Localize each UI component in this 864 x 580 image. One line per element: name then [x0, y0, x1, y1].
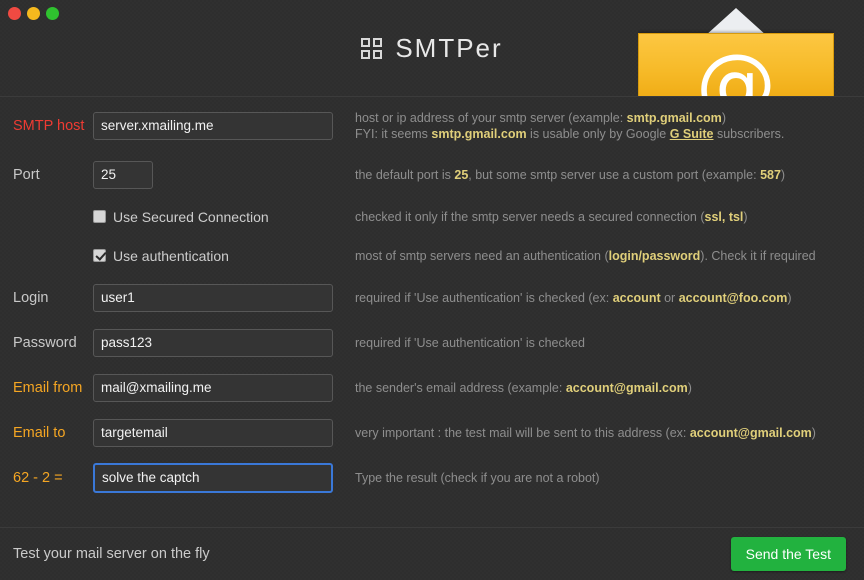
grid-cell [373, 38, 382, 47]
hint-text: host or ip address of your smtp server (… [355, 111, 627, 125]
smtp-host-hint: host or ip address of your smtp server (… [355, 110, 864, 142]
hint-text: ) [781, 168, 785, 182]
checkbox-unchecked-icon[interactable] [93, 210, 106, 223]
form-row-smtp-host: SMTP host host or ip address of your smt… [0, 99, 864, 152]
login-hint: required if 'Use authentication' is chec… [355, 290, 864, 306]
hint-highlight: ssl, tsl [705, 210, 744, 224]
hint-text: very important : the test mail will be s… [355, 426, 690, 440]
secured-connection-hint: checked it only if the smtp server needs… [355, 209, 864, 225]
hint-highlight: account@gmail.com [690, 426, 812, 440]
email-to-input[interactable] [93, 419, 333, 447]
hint-highlight: login/password [609, 249, 701, 263]
hint-text: ). Check it if required [700, 249, 815, 263]
email-to-label: Email to [13, 425, 93, 441]
hint-highlight: 587 [760, 168, 781, 182]
window-controls [8, 7, 59, 20]
login-input[interactable] [93, 284, 333, 312]
hint-text: FYI: it seems [355, 127, 431, 141]
email-from-label: Email from [13, 380, 93, 396]
secured-connection-checkbox[interactable]: Use Secured Connection [93, 209, 333, 225]
hint-text: subscribers. [713, 127, 784, 141]
hint-text: most of smtp servers need an authenticat… [355, 249, 609, 263]
use-authentication-checkbox[interactable]: Use authentication [93, 248, 333, 264]
email-from-hint: the sender's email address (example: acc… [355, 380, 864, 396]
captcha-field-wrap [93, 463, 333, 493]
hint-highlight: smtp.gmail.com [431, 127, 526, 141]
checkbox-checked-icon[interactable] [93, 249, 106, 262]
form-row-captcha: 62 - 2 = Type the result (check if you a… [0, 455, 864, 500]
hint-text: the default port is [355, 168, 454, 182]
send-test-button[interactable]: Send the Test [731, 537, 846, 571]
envelope-at-icon: @ [638, 0, 834, 97]
captcha-hint: Type the result (check if you are not a … [355, 470, 864, 486]
minimize-button[interactable] [27, 7, 40, 20]
footer-bar: Test your mail server on the fly Send th… [0, 528, 864, 580]
g-suite-link[interactable]: G Suite [670, 127, 714, 141]
grid-cell [361, 38, 370, 47]
form-row-secured-connection: Use Secured Connection checked it only i… [0, 197, 864, 236]
password-input[interactable] [93, 329, 333, 357]
hint-text: required if 'Use authentication' is chec… [355, 291, 613, 305]
form-row-password: Password required if 'Use authentication… [0, 320, 864, 365]
grid-cell [361, 50, 370, 59]
email-to-field-wrap [93, 419, 333, 447]
login-field-wrap [93, 284, 333, 312]
smtp-host-field-wrap [93, 112, 333, 140]
zoom-button[interactable] [46, 7, 59, 20]
hint-text: is usable only by Google [527, 127, 670, 141]
port-input[interactable] [93, 161, 153, 189]
hint-highlight: account@foo.com [679, 291, 788, 305]
footer-tagline: Test your mail server on the fly [13, 546, 210, 562]
envelope-front: @ [638, 33, 834, 97]
smtp-host-input[interactable] [93, 112, 333, 140]
password-field-wrap [93, 329, 333, 357]
form-row-port: Port the default port is 25, but some sm… [0, 152, 864, 197]
port-label: Port [13, 167, 93, 183]
email-to-hint: very important : the test mail will be s… [355, 425, 864, 441]
title-bar: SMTPer @ [0, 0, 864, 97]
hint-highlight: 25 [454, 168, 468, 182]
hint-text: , but some smtp server use a custom port… [468, 168, 760, 182]
hint-text: ) [787, 291, 791, 305]
hint-highlight: smtp.gmail.com [627, 111, 722, 125]
captcha-label: 62 - 2 = [13, 470, 93, 486]
hint-text: ) [688, 381, 692, 395]
secured-connection-label: Use Secured Connection [113, 209, 269, 225]
hint-text: ) [722, 111, 726, 125]
hint-text: or [661, 291, 679, 305]
captcha-input[interactable] [93, 463, 333, 493]
hint-text: the sender's email address (example: [355, 381, 566, 395]
app-title: SMTPer [395, 33, 502, 64]
email-from-input[interactable] [93, 374, 333, 402]
port-hint: the default port is 25, but some smtp se… [355, 167, 864, 183]
smtp-settings-form: SMTP host host or ip address of your smt… [0, 99, 864, 500]
header-divider [0, 96, 864, 97]
hint-text: ) [812, 426, 816, 440]
password-label: Password [13, 335, 93, 351]
form-row-email-to: Email to very important : the test mail … [0, 410, 864, 455]
form-row-email-from: Email from the sender's email address (e… [0, 365, 864, 410]
use-authentication-label: Use authentication [113, 248, 229, 264]
grid-cell [373, 50, 382, 59]
smtp-host-label: SMTP host [13, 118, 93, 134]
password-hint: required if 'Use authentication' is chec… [355, 335, 864, 351]
close-button[interactable] [8, 7, 21, 20]
login-label: Login [13, 290, 93, 306]
form-row-login: Login required if 'Use authentication' i… [0, 275, 864, 320]
grid-2x2-icon [361, 38, 382, 59]
use-authentication-hint: most of smtp servers need an authenticat… [355, 248, 864, 264]
hint-highlight: account [613, 291, 661, 305]
email-from-field-wrap [93, 374, 333, 402]
hint-highlight: account@gmail.com [566, 381, 688, 395]
hint-text: checked it only if the smtp server needs… [355, 210, 705, 224]
port-field-wrap [93, 161, 153, 189]
at-symbol: @ [696, 44, 776, 97]
form-row-use-authentication: Use authentication most of smtp servers … [0, 236, 864, 275]
hint-text: ) [743, 210, 747, 224]
